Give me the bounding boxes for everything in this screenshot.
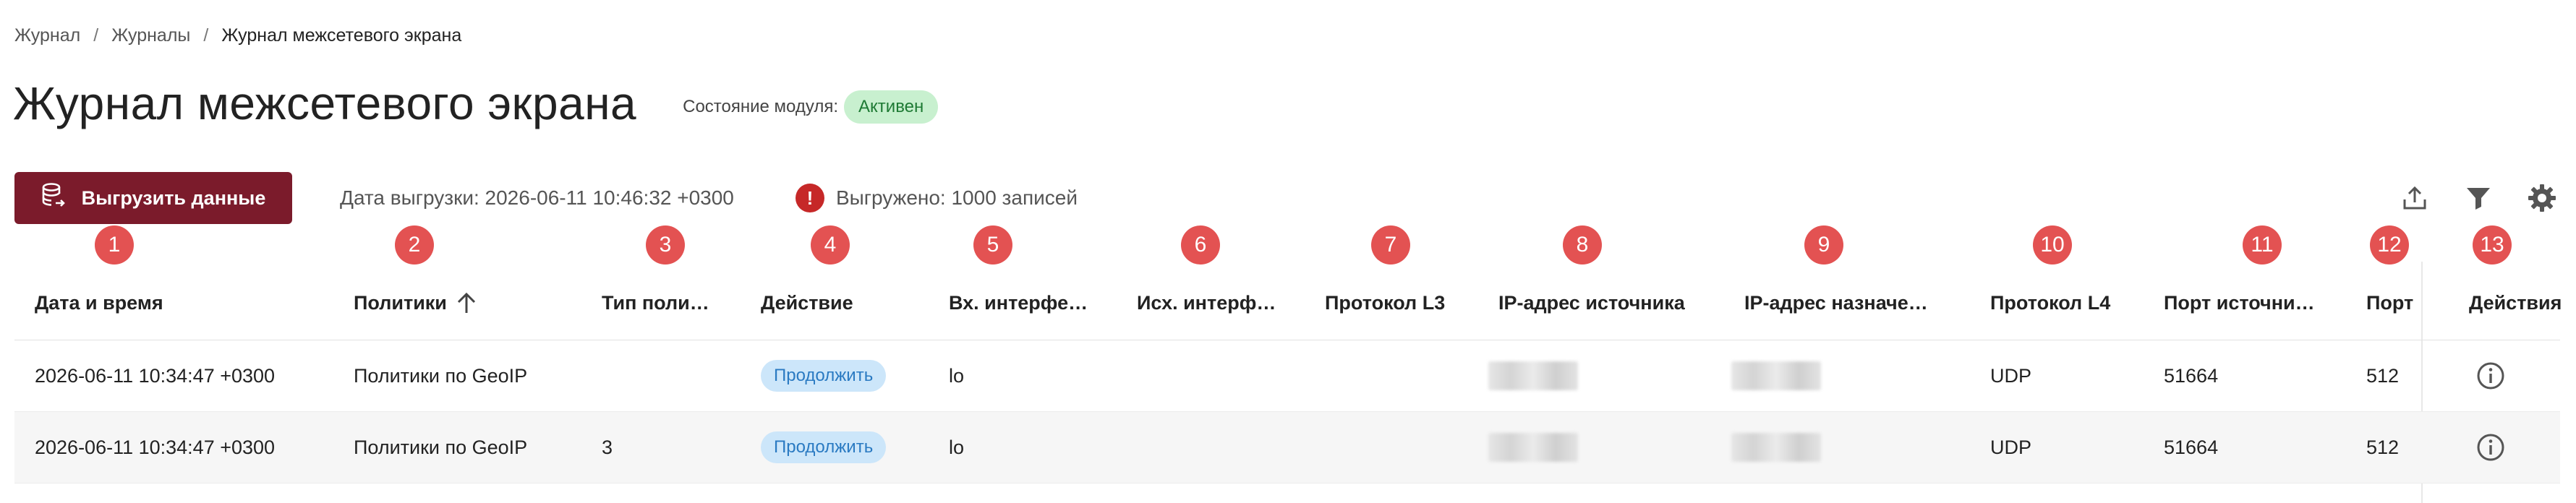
column-header-protocol-l4[interactable]: Протокол L4	[1990, 292, 2135, 314]
column-header-action[interactable]: Действие	[761, 292, 877, 314]
export-date: Дата выгрузки: 2026-06-11 10:46:32 +0300	[340, 186, 734, 209]
column-header-protocol-l3[interactable]: Протокол L3	[1325, 292, 1470, 314]
breadcrumb-separator: /	[93, 25, 99, 46]
exported-count: ! Выгружено: 1000 записей	[796, 172, 1078, 224]
cell-actions	[2476, 340, 2505, 411]
column-header-port[interactable]: Порт	[2366, 292, 2424, 314]
redacted-source-ip	[1488, 361, 1578, 390]
sort-arrow-up-icon	[457, 292, 475, 313]
page-title: Журнал межсетевого экрана	[13, 77, 637, 129]
marker-1: 1	[95, 225, 134, 265]
table-row[interactable]: 2026-06-11 10:34:47 +0300 Политики по Ge…	[14, 412, 2560, 483]
redacted-destination-ip	[1731, 433, 1821, 462]
module-state: Состояние модуля: Активен	[683, 90, 939, 124]
column-header-source-ip[interactable]: IP-адрес источника	[1498, 292, 1715, 314]
cell-in-interface: lo	[949, 364, 965, 387]
cell-datetime: 2026-06-11 10:34:47 +0300	[35, 436, 276, 458]
redacted-destination-ip	[1731, 361, 1821, 390]
column-markers: 1 2 3 4 5 6 7 8 9 10 11 12 13	[0, 224, 2576, 267]
breadcrumb: Журнал / Журналы / Журнал межсетевого эк…	[14, 22, 461, 48]
marker-12: 12	[2370, 225, 2409, 265]
action-badge: Продолжить	[761, 431, 887, 463]
cell-policy: Политики по GeoIP	[354, 436, 528, 458]
status-badge: Активен	[844, 90, 939, 124]
cell-source-port: 51664	[2164, 364, 2219, 387]
marker-8: 8	[1563, 225, 1602, 265]
cell-actions	[2476, 412, 2505, 483]
warning-icon: !	[796, 184, 824, 212]
marker-4: 4	[811, 225, 850, 265]
info-icon[interactable]	[2476, 361, 2505, 390]
marker-9: 9	[1804, 225, 1843, 265]
marker-10: 10	[2033, 225, 2072, 265]
cell-source-ip	[1488, 340, 1578, 411]
action-badge: Продолжить	[761, 360, 887, 392]
cell-destination-ip	[1731, 412, 1821, 483]
cell-port: 512	[2366, 436, 2400, 458]
cell-port: 512	[2366, 364, 2400, 387]
table-header: Дата и время Политики Тип поли… Действие…	[14, 266, 2562, 340]
breadcrumb-link-journals[interactable]: Журналы	[111, 25, 190, 46]
firewall-log-table: Дата и время Политики Тип поли… Действие…	[14, 266, 2562, 483]
filter-icon[interactable]	[2460, 180, 2496, 216]
module-state-label: Состояние модуля:	[683, 97, 839, 116]
breadcrumb-separator: /	[203, 25, 209, 46]
redacted-source-ip	[1488, 433, 1578, 462]
column-header-policy[interactable]: Политики	[354, 291, 506, 314]
cell-policy-type: 3	[602, 436, 613, 458]
export-button-label: Выгрузить данные	[81, 186, 266, 209]
cell-source-port: 51664	[2164, 436, 2219, 458]
column-header-policy-label: Политики	[354, 291, 447, 314]
column-header-destination-ip[interactable]: IP-адрес назначе…	[1744, 292, 1947, 314]
column-header-datetime[interactable]: Дата и время	[35, 292, 252, 314]
cell-action: Продолжить	[761, 340, 887, 411]
cell-protocol-l4: UDP	[1990, 436, 2032, 458]
cell-policy: Политики по GeoIP	[354, 364, 528, 387]
marker-13: 13	[2473, 225, 2512, 265]
toolbar-icons	[2397, 172, 2560, 224]
database-export-icon	[41, 182, 66, 214]
upload-icon[interactable]	[2397, 180, 2433, 216]
column-header-out-interface[interactable]: Исх. интерф…	[1137, 292, 1289, 314]
column-header-source-port[interactable]: Порт источни…	[2164, 292, 2323, 314]
export-data-button[interactable]: Выгрузить данные	[14, 172, 292, 224]
marker-6: 6	[1181, 225, 1220, 265]
info-icon[interactable]	[2476, 433, 2505, 462]
cell-in-interface: lo	[949, 436, 965, 458]
marker-3: 3	[646, 225, 685, 265]
marker-7: 7	[1371, 225, 1410, 265]
marker-5: 5	[973, 225, 1012, 265]
cell-action: Продолжить	[761, 412, 887, 483]
title-row: Журнал межсетевого экрана Состояние моду…	[13, 71, 939, 136]
column-header-policy-type[interactable]: Тип поли…	[602, 292, 717, 314]
column-header-actions: Действия	[2469, 291, 2562, 314]
breadcrumb-link-journal[interactable]: Журнал	[14, 25, 80, 46]
exported-count-text: Выгружено: 1000 записей	[836, 186, 1078, 209]
cell-source-ip	[1488, 412, 1578, 483]
cell-destination-ip	[1731, 340, 1821, 411]
cell-protocol-l4: UDP	[1990, 364, 2032, 387]
marker-2: 2	[395, 225, 434, 265]
breadcrumb-current: Журнал межсетевого экрана	[221, 25, 462, 46]
table-row[interactable]: 2026-06-11 10:34:47 +0300 Политики по Ge…	[14, 340, 2560, 412]
cell-datetime: 2026-06-11 10:34:47 +0300	[35, 364, 276, 387]
settings-gear-icon[interactable]	[2524, 180, 2560, 216]
toolbar: Выгрузить данные Дата выгрузки: 2026-06-…	[14, 172, 2560, 224]
marker-11: 11	[2243, 225, 2282, 265]
column-header-in-interface[interactable]: Вх. интерфе…	[949, 292, 1101, 314]
